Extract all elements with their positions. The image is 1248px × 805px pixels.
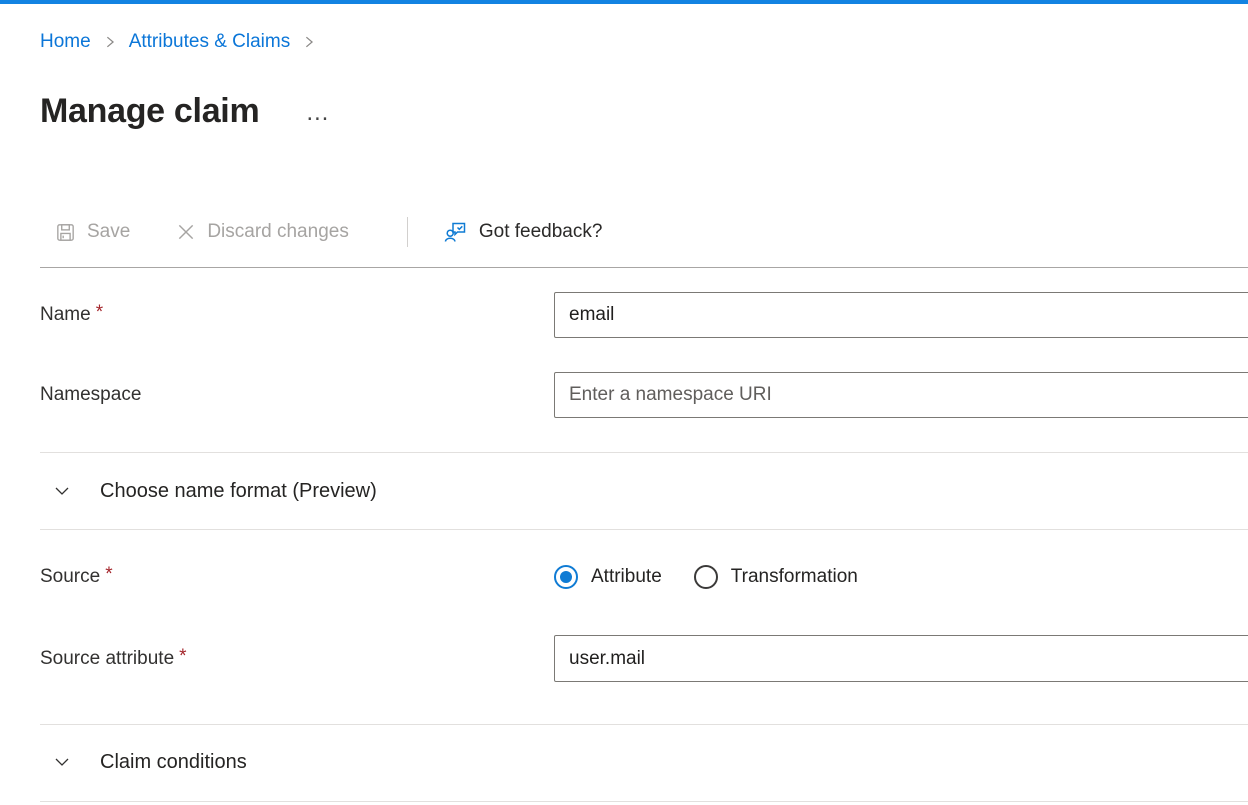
section-header-choose-name-format[interactable]: Choose name format (Preview) xyxy=(40,470,1248,512)
required-asterisk: * xyxy=(96,302,103,323)
divider xyxy=(40,529,1248,530)
section-label: Claim conditions xyxy=(100,751,247,774)
source-field-row: Source* Attribute Transformation xyxy=(40,555,1248,599)
breadcrumb-link-attributes-claims[interactable]: Attributes & Claims xyxy=(129,31,291,53)
save-label: Save xyxy=(87,221,130,243)
breadcrumb: Home Attributes & Claims xyxy=(40,28,1248,56)
source-label: Source* xyxy=(40,566,554,588)
required-asterisk: * xyxy=(105,564,112,585)
got-feedback-label: Got feedback? xyxy=(479,221,603,243)
section-label: Choose name format (Preview) xyxy=(100,480,377,503)
breadcrumb-link-home[interactable]: Home xyxy=(40,31,91,53)
name-label: Name* xyxy=(40,304,554,326)
radio-transformation[interactable]: Transformation xyxy=(694,565,858,589)
source-label-text: Source xyxy=(40,566,100,587)
radio-unselected-icon xyxy=(694,565,718,589)
discard-changes-label: Discard changes xyxy=(207,221,349,243)
title-row: Manage claim … xyxy=(40,88,1248,134)
chevron-right-icon xyxy=(103,35,117,49)
source-attribute-field-row: Source attribute* xyxy=(40,635,1248,682)
discard-changes-button[interactable]: Discard changes xyxy=(176,221,349,243)
got-feedback-button[interactable]: Got feedback? xyxy=(444,220,603,244)
source-attribute-input[interactable] xyxy=(554,635,1248,682)
page-content: Home Attributes & Claims Manage claim … … xyxy=(0,28,1248,802)
command-toolbar: Save Discard changes Got feedback? xyxy=(40,210,1248,254)
name-input[interactable] xyxy=(554,292,1248,338)
top-accent-bar xyxy=(0,0,1248,4)
name-field-row: Name* xyxy=(40,292,1248,338)
radio-attribute[interactable]: Attribute xyxy=(554,565,662,589)
radio-selected-icon xyxy=(554,565,578,589)
save-icon xyxy=(55,222,76,243)
save-button[interactable]: Save xyxy=(55,221,130,243)
source-radio-group: Attribute Transformation xyxy=(554,565,858,589)
chevron-down-icon xyxy=(54,754,70,770)
more-options-button[interactable]: … xyxy=(305,101,330,125)
source-attribute-label-text: Source attribute xyxy=(40,648,174,669)
toolbar-separator xyxy=(407,217,408,247)
divider xyxy=(40,267,1248,268)
divider xyxy=(40,452,1248,453)
namespace-field-row: Namespace xyxy=(40,372,1248,418)
namespace-input[interactable] xyxy=(554,372,1248,418)
source-attribute-label: Source attribute* xyxy=(40,648,554,670)
namespace-label: Namespace xyxy=(40,384,554,406)
section-header-claim-conditions[interactable]: Claim conditions xyxy=(40,741,1248,783)
name-label-text: Name xyxy=(40,304,91,325)
page-title: Manage claim xyxy=(40,92,259,131)
required-asterisk: * xyxy=(179,646,186,667)
feedback-icon xyxy=(444,220,468,244)
divider xyxy=(40,801,1248,802)
chevron-right-icon xyxy=(302,35,316,49)
radio-transformation-label: Transformation xyxy=(731,566,858,588)
radio-attribute-label: Attribute xyxy=(591,566,662,588)
close-icon xyxy=(176,222,196,242)
divider xyxy=(40,724,1248,725)
chevron-down-icon xyxy=(54,483,70,499)
